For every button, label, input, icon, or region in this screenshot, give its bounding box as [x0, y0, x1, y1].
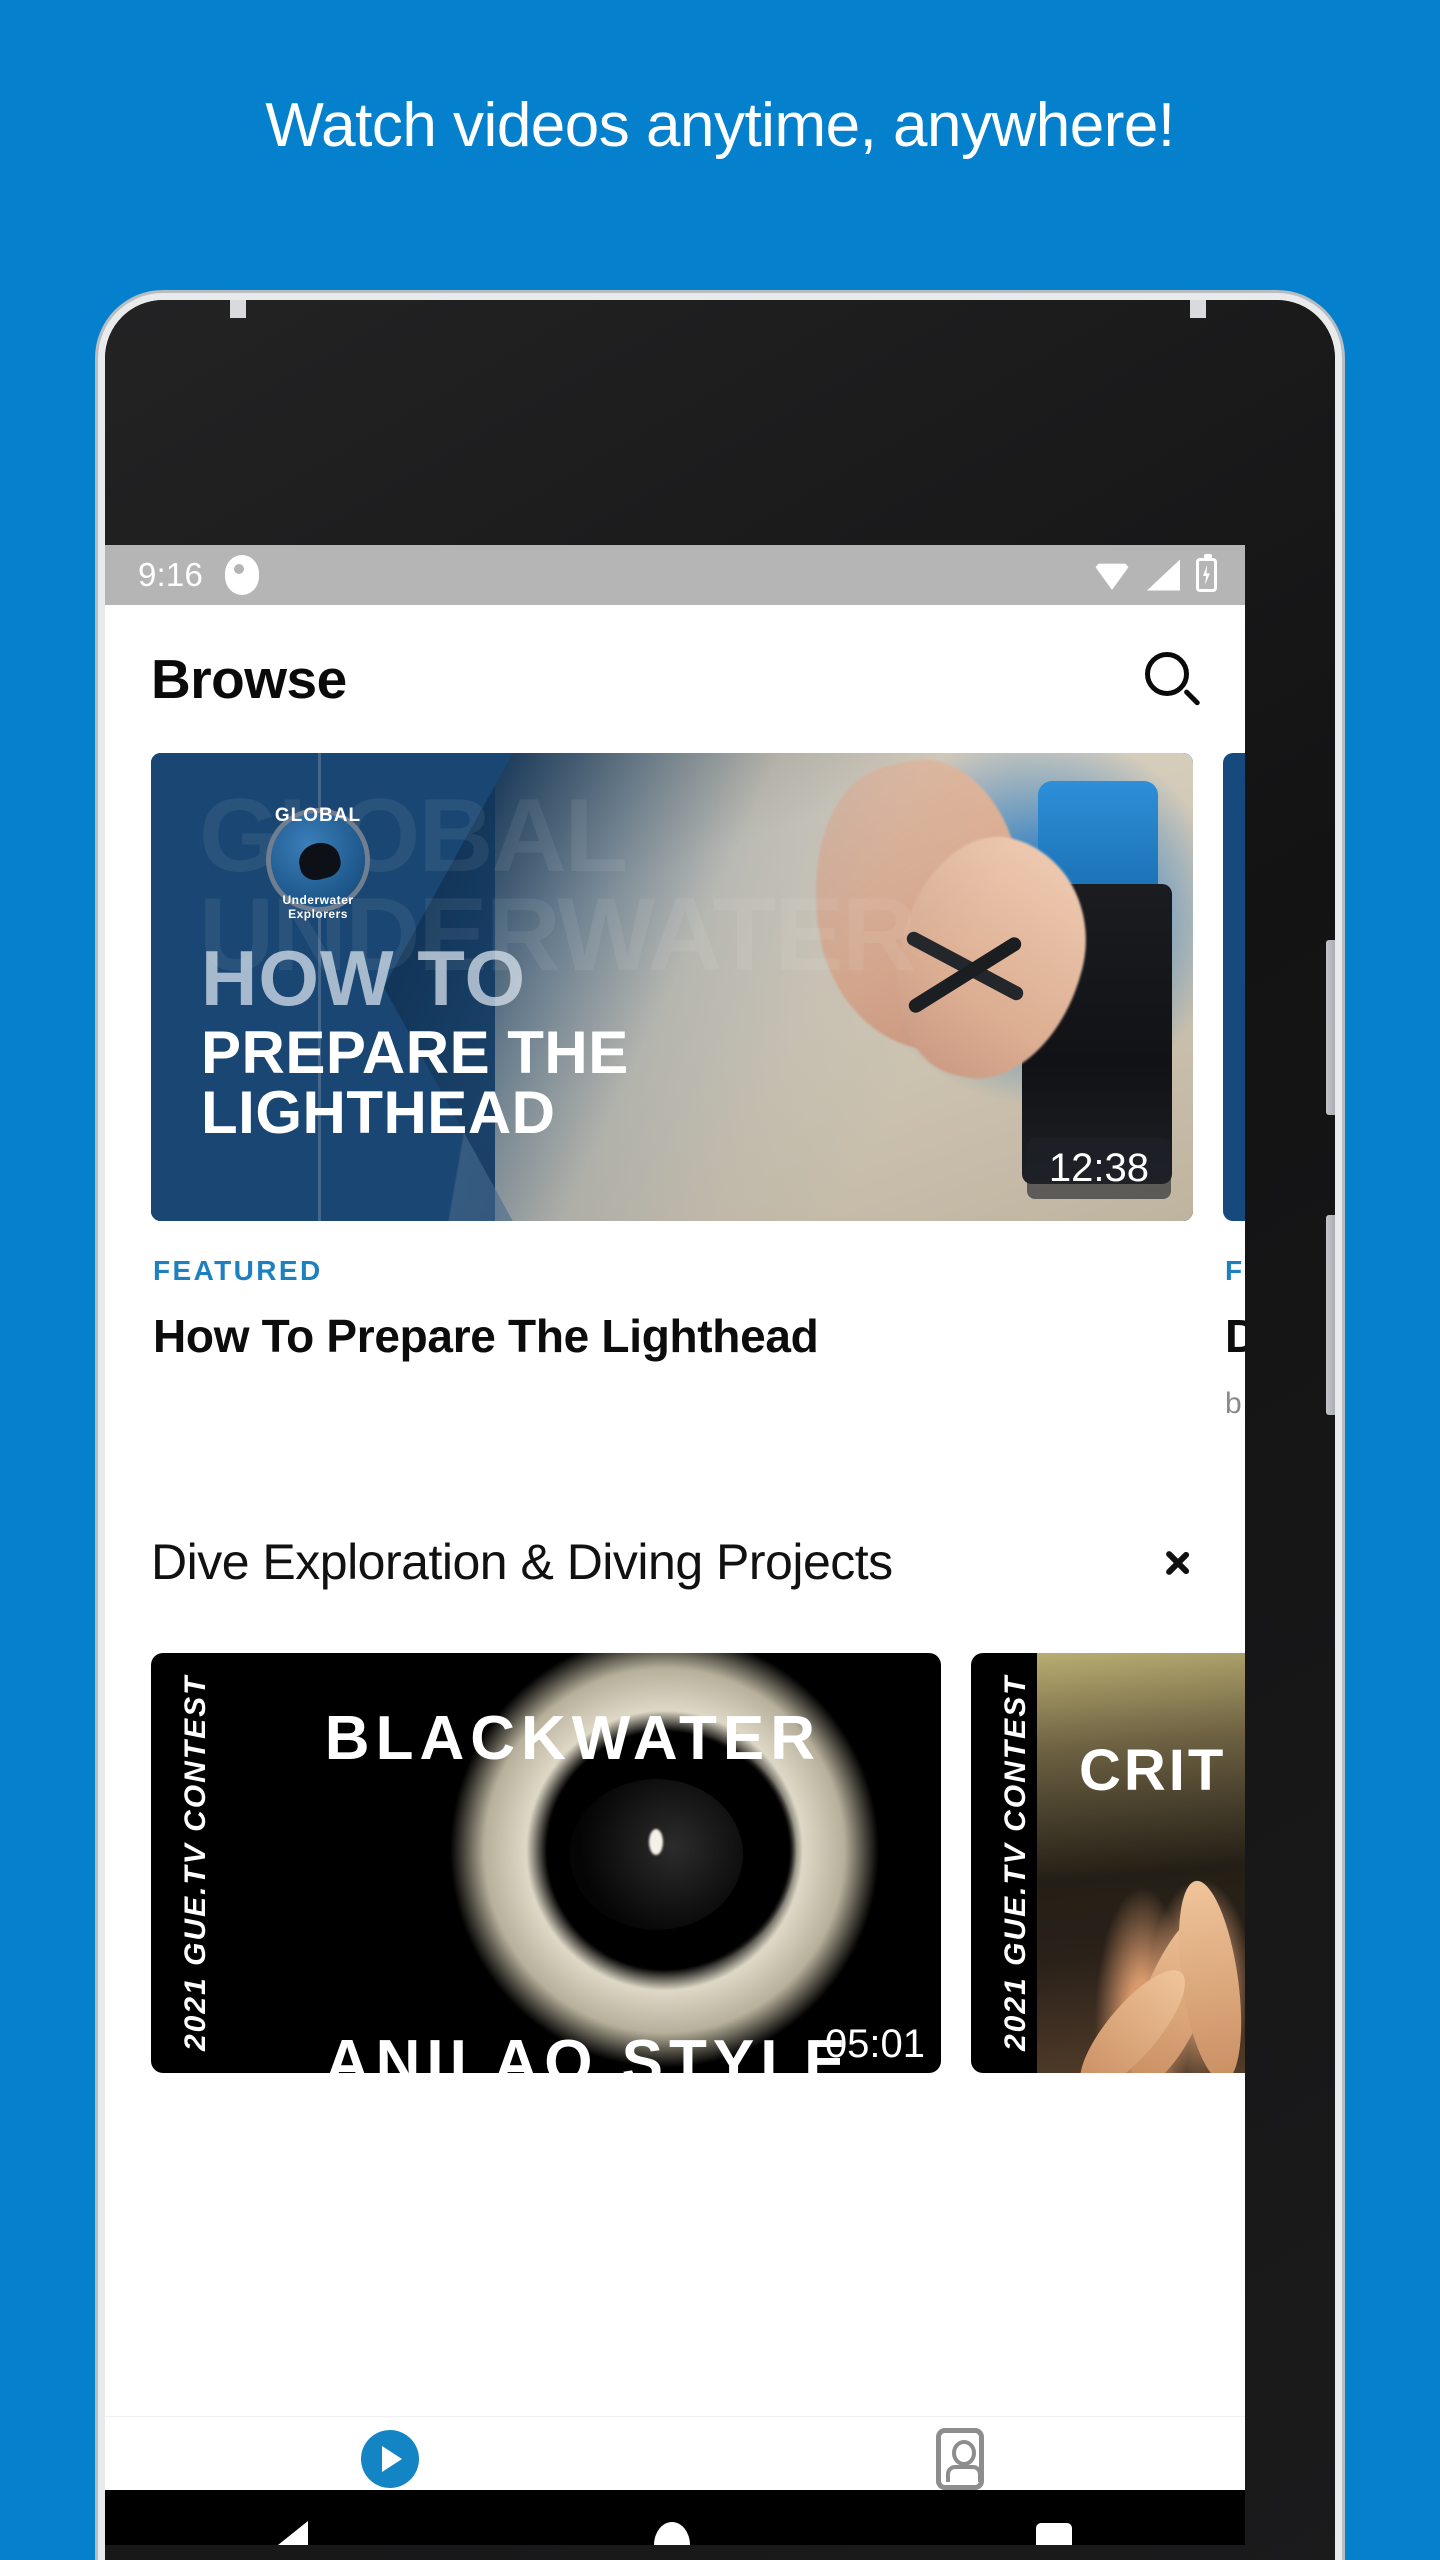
featured-title[interactable]: How To Prepare The Lighthead [153, 1309, 1193, 1363]
featured-carousel[interactable]: GLOBAL UNDERWATER GLOBAL Underwater Expl… [105, 753, 1245, 1421]
artwork-line-2: PREPARE THE [201, 1019, 629, 1086]
featured-title-secondary[interactable]: D [1225, 1309, 1245, 1363]
account-badge-icon [936, 2428, 984, 2490]
contest-label-vertical-2: 2021 GUE.TV CONTEST [999, 1674, 1032, 2052]
chevron-right-icon[interactable] [1163, 1535, 1193, 1589]
wifi-icon [1093, 563, 1131, 590]
app-notification-icon [225, 555, 260, 595]
featured-meta: FEATURED How To Prepare The Lighthead [151, 1221, 1193, 1363]
search-icon[interactable] [1141, 648, 1203, 710]
video-tile-critters[interactable]: 2021 GUE.TV CONTEST CRIT [971, 1653, 1245, 2073]
tile-title-line-1: BLACKWATER [324, 1704, 822, 1774]
tile-title-line-2: ANILAO STYLE [324, 2028, 852, 2073]
android-navigation-bar[interactable] [105, 2490, 1245, 2545]
jellyfish-highlight [648, 1829, 663, 1856]
phone-device-frame: 9:16 Browse GLOBAL UNDERWATER GLOBAL Und… [105, 300, 1335, 2560]
featured-byline-secondary: b [1225, 1387, 1242, 1420]
app-bar: Browse [105, 605, 1245, 753]
cell-signal-icon [1147, 559, 1180, 591]
battery-charging-icon [1196, 554, 1217, 592]
tile-title-critters: CRIT [1079, 1738, 1227, 1803]
recents-square-icon[interactable] [1036, 2523, 1072, 2545]
page-title: Browse [151, 648, 347, 710]
promo-headline: Watch videos anytime, anywhere! [265, 91, 1175, 160]
contest-label-vertical: 2021 GUE.TV CONTEST [179, 1674, 212, 2052]
reef-artwork [1037, 1653, 1245, 2073]
video-tile-row[interactable]: 2021 GUE.TV CONTEST BLACKWATER ANILAO ST… [105, 1591, 1245, 2073]
home-circle-icon[interactable] [654, 2522, 690, 2545]
featured-thumbnail-secondary[interactable] [1223, 753, 1245, 1221]
section-title: Dive Exploration & Diving Projects [151, 1534, 893, 1590]
phone-antenna-tab-left [230, 300, 246, 318]
featured-kicker: FEATURED [153, 1255, 323, 1286]
phone-screen: 9:16 Browse GLOBAL UNDERWATER GLOBAL Und… [105, 545, 1245, 2545]
gue-logo: GLOBAL Underwater Explorers [259, 801, 377, 921]
diver-silhouette-icon [295, 838, 345, 884]
duration-badge: 12:38 [1026, 1138, 1171, 1199]
status-bar: 9:16 [105, 545, 1245, 605]
status-bar-time: 9:16 [138, 556, 204, 593]
featured-card-primary[interactable]: GLOBAL UNDERWATER GLOBAL Underwater Expl… [151, 753, 1193, 1421]
featured-thumbnail[interactable]: GLOBAL UNDERWATER GLOBAL Underwater Expl… [151, 753, 1193, 1221]
phone-antenna-tab-right [1190, 300, 1206, 318]
gue-logo-top-text: GLOBAL [274, 805, 362, 826]
status-bar-icons [1093, 554, 1217, 592]
app-content: Browse GLOBAL UNDERWATER GLOBAL Underwat… [105, 605, 1245, 2545]
video-tile-blackwater[interactable]: 2021 GUE.TV CONTEST BLACKWATER ANILAO ST… [151, 1653, 941, 2073]
featured-kicker-secondary: F [1225, 1255, 1245, 1286]
play-circle-icon [361, 2430, 419, 2488]
featured-card-secondary[interactable]: F D b [1223, 753, 1245, 1421]
gue-logo-bottom-text: Underwater Explorers [282, 893, 354, 921]
power-button[interactable] [1326, 1215, 1335, 1415]
featured-meta-secondary: F D b [1223, 1221, 1245, 1421]
volume-button[interactable] [1326, 940, 1335, 1115]
back-triangle-icon[interactable] [278, 2521, 308, 2545]
artwork-title-block: HOW TO PREPARE THE LIGHTHEAD [201, 939, 629, 1143]
artwork-line-3: LIGHTHEAD [201, 1079, 556, 1146]
artwork-line-1: HOW TO [201, 934, 527, 1022]
section-header[interactable]: Dive Exploration & Diving Projects [105, 1421, 1245, 1591]
tile-duration-badge: 05:01 [824, 2022, 925, 2066]
